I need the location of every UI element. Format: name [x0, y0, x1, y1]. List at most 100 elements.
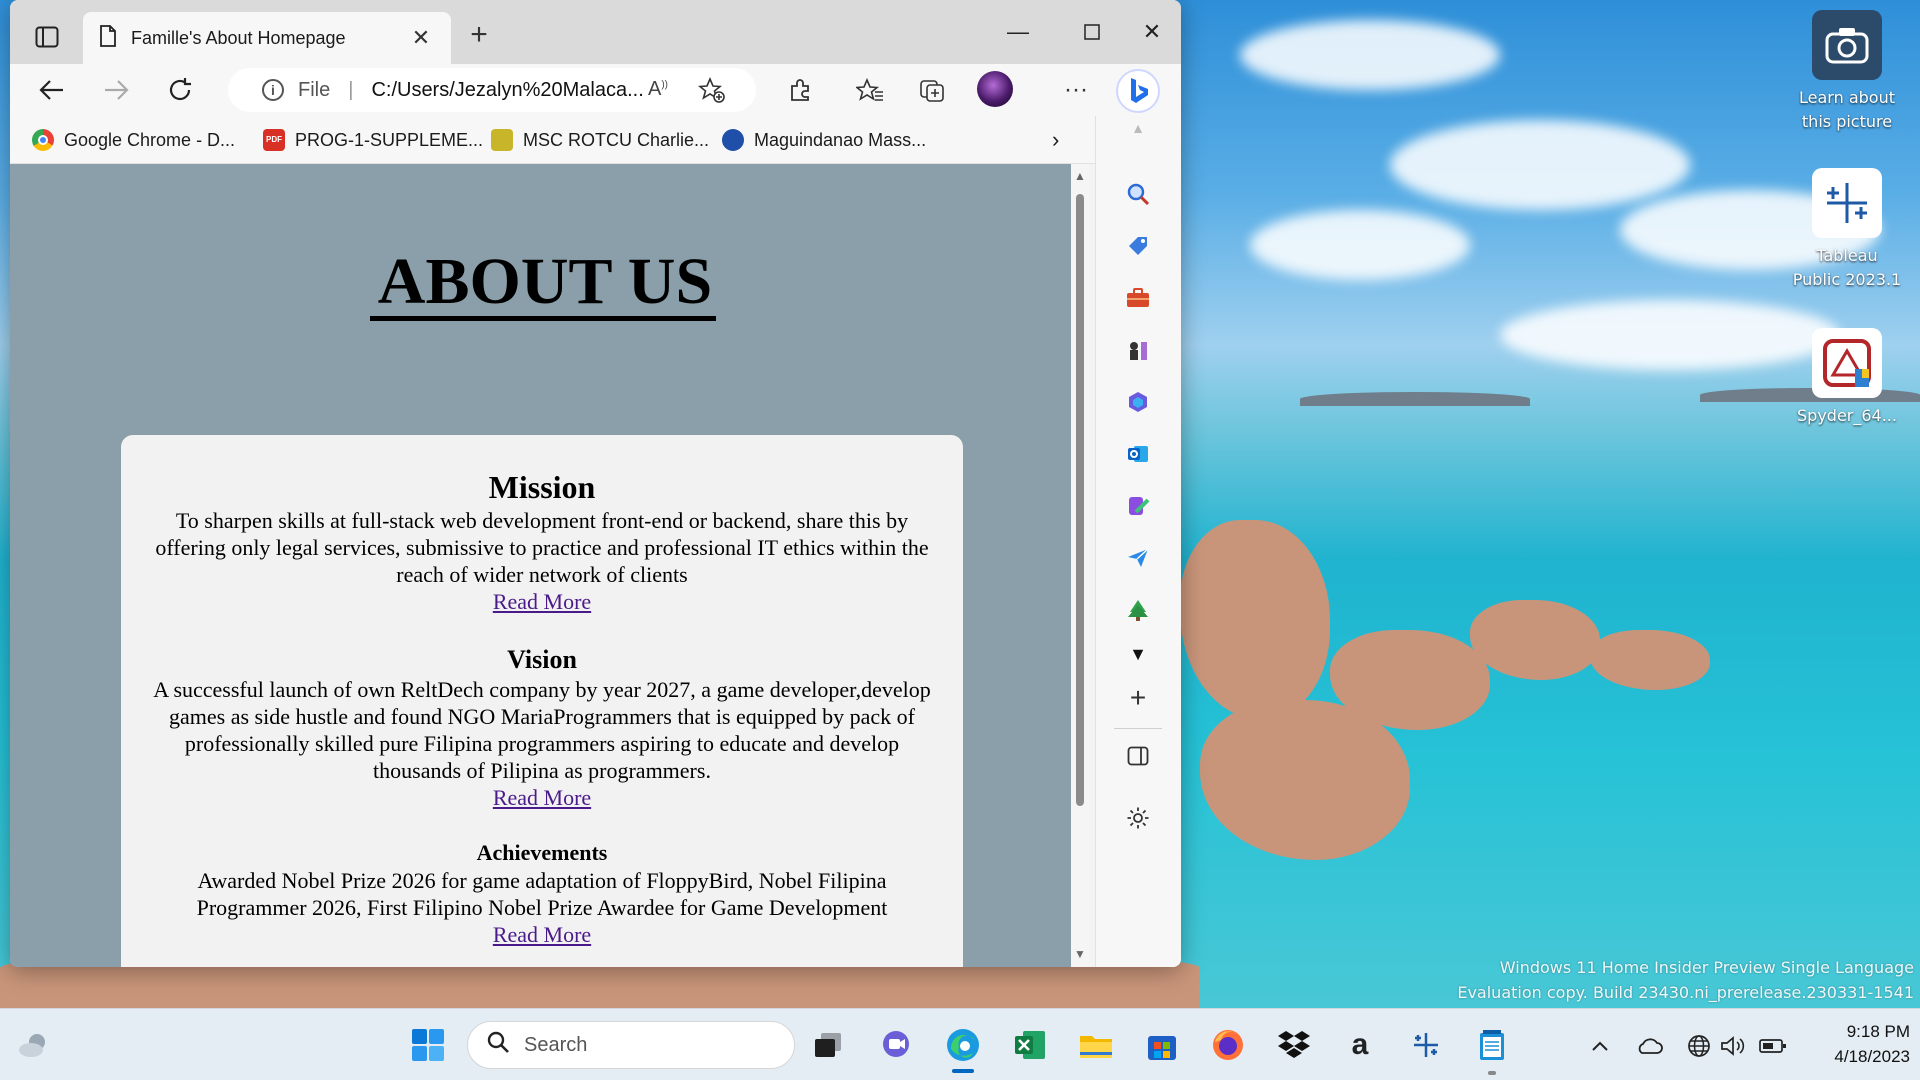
site-icon — [722, 129, 744, 151]
file-explorer-icon[interactable] — [1076, 1025, 1116, 1065]
section-text: To sharpen skills at full-stack web deve… — [155, 508, 929, 587]
games-icon[interactable] — [1118, 330, 1158, 370]
drop-send-icon[interactable] — [1118, 538, 1158, 578]
volume-icon[interactable] — [1718, 1031, 1748, 1061]
scroll-up-arrow-icon[interactable]: ▲ — [1074, 170, 1086, 182]
watermark-line: Windows 11 Home Insider Preview Single L… — [1499, 958, 1914, 977]
designer-icon[interactable] — [1118, 486, 1158, 526]
sidebar-scroll-up-icon[interactable]: ▲ — [1118, 108, 1158, 148]
watermark-line: Evaluation copy. Build 23430.ni_prerelea… — [1457, 983, 1914, 1002]
teams-chat-icon[interactable] — [876, 1025, 916, 1065]
favorite-maguindanao[interactable]: Maguindanao Mass... — [722, 128, 926, 152]
minimize-icon[interactable]: — — [988, 12, 1048, 52]
maximize-icon[interactable] — [1062, 12, 1122, 52]
favorite-label: PROG-1-SUPPLEME... — [295, 129, 484, 150]
browser-window: Famille's About Homepage ✕ + — ✕ i File … — [10, 0, 1181, 967]
clock-time: 9:18 PM — [1846, 1022, 1910, 1041]
image-icon — [491, 129, 513, 151]
read-more-link[interactable]: Read More — [493, 921, 591, 948]
spyder-icon — [1812, 328, 1882, 398]
weather-widget-icon[interactable] — [14, 1025, 54, 1065]
read-more-link[interactable]: Read More — [493, 588, 591, 615]
scrollbar-thumb[interactable] — [1076, 194, 1084, 806]
battery-icon[interactable] — [1758, 1031, 1788, 1061]
address-separator: | — [348, 78, 354, 101]
amazon-icon[interactable]: a — [1340, 1025, 1380, 1065]
tools-icon[interactable] — [1118, 278, 1158, 318]
system-clock[interactable]: 9:18 PM 4/18/2023 — [1800, 1019, 1910, 1069]
desktop-icon-label: this picture — [1801, 112, 1893, 131]
tab-title: Famille's About Homepage — [131, 27, 346, 48]
start-windows-icon[interactable] — [408, 1025, 448, 1065]
dropbox-icon[interactable] — [1274, 1025, 1314, 1065]
microsoft-store-icon[interactable] — [1142, 1025, 1182, 1065]
active-app-indicator — [952, 1069, 974, 1073]
add-sidebar-app-icon[interactable]: + — [1118, 678, 1158, 718]
collections-icon[interactable] — [913, 70, 953, 110]
settings-gear-icon[interactable] — [1118, 798, 1158, 838]
favorite-label: MSC ROTCU Charlie... — [523, 129, 710, 150]
network-globe-icon[interactable] — [1684, 1031, 1714, 1061]
vision-section: Vision A successful launch of own ReltDe… — [141, 644, 943, 811]
favorites-more-chevron-icon[interactable]: › — [1052, 127, 1059, 152]
pdf-icon: PDF — [263, 129, 285, 151]
onedrive-cloud-icon[interactable] — [1634, 1031, 1664, 1061]
search-icon — [486, 1030, 510, 1060]
extensions-icon[interactable] — [780, 70, 820, 110]
outlook-icon[interactable] — [1118, 434, 1158, 474]
taskbar-search[interactable]: Search — [467, 1021, 795, 1069]
favorites-bar: Google Chrome - D... PDF PROG-1-SUPPLEME… — [10, 116, 1181, 164]
favorites-icon[interactable] — [850, 70, 890, 110]
page-heading: ABOUT US — [377, 245, 713, 318]
tableau-taskbar-icon[interactable] — [1406, 1025, 1446, 1065]
tab-active[interactable]: Famille's About Homepage ✕ — [83, 12, 451, 64]
desktop-icon-tableau[interactable]: Tableau Public 2023.1 — [1787, 168, 1907, 292]
toolbar: i File | C:/Users/Jezalyn%20Malaca... A)… — [10, 64, 1181, 116]
forward-icon[interactable] — [96, 70, 136, 110]
favorite-google-chrome[interactable]: Google Chrome - D... — [32, 128, 235, 152]
close-tab-icon[interactable]: ✕ — [407, 25, 435, 51]
notepad-icon[interactable] — [1472, 1025, 1512, 1065]
firefox-icon[interactable] — [1208, 1025, 1248, 1065]
new-tab-icon[interactable]: + — [462, 20, 496, 54]
info-icon[interactable]: i — [262, 79, 284, 101]
running-app-indicator — [1488, 1071, 1496, 1075]
back-icon[interactable] — [32, 70, 72, 110]
task-view-icon[interactable] — [808, 1025, 848, 1065]
profile-avatar[interactable] — [977, 71, 1013, 107]
desktop-icon-spyder[interactable]: Spyder_64... — [1787, 328, 1907, 428]
desktop-icon-learn-about-picture[interactable]: Learn about this picture — [1787, 10, 1907, 134]
close-window-icon[interactable]: ✕ — [1122, 12, 1181, 52]
add-favorite-icon[interactable] — [697, 76, 726, 110]
tab-strip: Famille's About Homepage ✕ + — ✕ — [10, 0, 1181, 64]
scroll-down-arrow-icon[interactable]: ▼ — [1074, 948, 1086, 960]
read-more-link[interactable]: Read More — [493, 784, 591, 811]
show-hidden-icons-chevron-icon[interactable] — [1585, 1031, 1615, 1061]
sidebar-more-chevron-icon[interactable]: ▼ — [1118, 634, 1158, 674]
address-bar[interactable]: i File | C:/Users/Jezalyn%20Malaca... A)… — [228, 68, 756, 112]
shopping-tag-icon[interactable] — [1118, 226, 1158, 266]
excel-icon[interactable] — [1010, 1025, 1050, 1065]
section-title: Achievements — [476, 840, 608, 865]
mission-section: Mission To sharpen skills at full-stack … — [141, 467, 943, 615]
heading-underline — [370, 316, 716, 321]
favorite-prog-1[interactable]: PDF PROG-1-SUPPLEME... — [263, 128, 483, 152]
page-scrollbar[interactable]: ▲ ▼ — [1071, 164, 1089, 967]
address-scheme: File — [298, 78, 331, 101]
hide-sidebar-icon[interactable] — [1118, 736, 1158, 776]
edge-taskbar-icon[interactable] — [943, 1025, 983, 1065]
tree-icon[interactable] — [1118, 590, 1158, 630]
more-options-icon[interactable]: ··· — [1056, 70, 1096, 110]
edge-sidebar: ▲ ▼ + — [1095, 116, 1181, 967]
favorite-msc-rotcu[interactable]: MSC ROTCU Charlie... — [491, 128, 709, 152]
bing-chat-icon[interactable] — [1116, 69, 1160, 113]
microsoft-365-icon[interactable] — [1118, 382, 1158, 422]
tab-actions-icon[interactable] — [30, 22, 64, 52]
page-icon — [99, 24, 117, 52]
read-aloud-icon[interactable]: A)) — [648, 78, 668, 101]
search-icon[interactable] — [1118, 174, 1158, 214]
section-title: Mission — [488, 469, 596, 505]
search-placeholder: Search — [524, 1033, 588, 1056]
windows-watermark: Windows 11 Home Insider Preview Single L… — [1457, 955, 1914, 1005]
refresh-icon[interactable] — [160, 70, 200, 110]
